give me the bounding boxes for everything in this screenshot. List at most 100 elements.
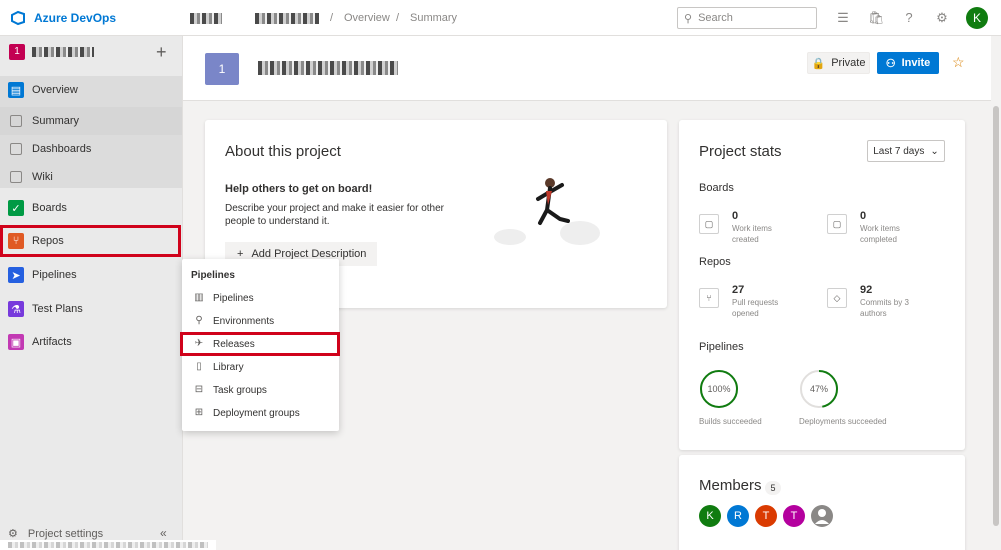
- members-count-badge: 5: [765, 481, 781, 495]
- project-settings[interactable]: ⚙ Project settings: [8, 527, 104, 541]
- project-badge: 1: [9, 44, 25, 60]
- member-avatar[interactable]: K: [699, 505, 721, 527]
- repos-section-title: Repos: [699, 256, 731, 268]
- azure-devops-logo-icon: [11, 10, 25, 26]
- search-input[interactable]: ⚲ Search: [677, 7, 817, 29]
- project-selector[interactable]: 1 +: [0, 36, 183, 70]
- member-avatar-generic[interactable]: [811, 505, 833, 527]
- member-avatar[interactable]: R: [727, 505, 749, 527]
- brand[interactable]: Azure DevOps: [10, 10, 116, 26]
- sidebar-item-label: Overview: [32, 84, 78, 96]
- breadcrumb-overview[interactable]: Overview: [344, 12, 390, 24]
- stats-title: Project stats: [699, 143, 782, 160]
- dashboards-icon: [10, 143, 22, 155]
- add-icon[interactable]: +: [156, 42, 167, 63]
- member-avatar[interactable]: T: [783, 505, 805, 527]
- stat-commits[interactable]: ◇ 92 Commits by 3 authors: [827, 284, 947, 320]
- flyout-item-label: Task groups: [213, 384, 267, 396]
- people-icon: ⚇: [885, 57, 896, 70]
- flyout-item-pipelines[interactable]: ▥ Pipelines: [182, 287, 339, 309]
- top-bar: Azure DevOps / Overview / Summary ⚲ Sear…: [0, 0, 1001, 36]
- breadcrumb-separator: /: [330, 12, 334, 24]
- sidebar-item-overview[interactable]: ▤ Overview: [0, 76, 182, 104]
- help-title: Help others to get on board!: [225, 183, 373, 195]
- builds-label: Builds succeeded: [699, 417, 762, 426]
- flyout-item-library[interactable]: ▯ Library: [182, 356, 339, 378]
- stat-work-items-completed[interactable]: ▢ 0 Work items completed: [827, 210, 947, 246]
- project-name-redacted[interactable]: [255, 13, 319, 24]
- deployments-percent: 47%: [810, 384, 828, 394]
- member-avatar[interactable]: T: [755, 505, 777, 527]
- shopping-bag-icon[interactable]: 🛍: [868, 10, 885, 26]
- flyout-item-deployment-groups[interactable]: ⊞ Deployment groups: [182, 402, 339, 424]
- jumping-person-illustration: [494, 178, 600, 245]
- about-title: About this project: [225, 143, 341, 160]
- deployments-ring[interactable]: 47%: [798, 368, 840, 410]
- project-header: 1 🔒 Private ⚇ Invite ☆: [183, 36, 991, 101]
- about-description: Describe your project and make it easier…: [225, 203, 444, 227]
- project-avatar: 1: [205, 53, 239, 85]
- invite-label: Invite: [901, 57, 931, 69]
- sidebar-item-wiki[interactable]: Wiki: [0, 163, 182, 191]
- breadcrumb-separator: /: [396, 12, 400, 24]
- artifacts-icon: ▣: [8, 334, 24, 350]
- flyout-item-task-groups[interactable]: ⊟ Task groups: [182, 379, 339, 401]
- search-icon: ⚲: [684, 12, 693, 25]
- builds-percent: 100%: [707, 384, 730, 394]
- environments-icon: ⚲: [195, 315, 203, 326]
- person-icon: [815, 509, 829, 524]
- sidebar-item-label: Summary: [32, 115, 80, 127]
- stat-label: Work items completed: [860, 224, 900, 244]
- stat-value: 0: [860, 210, 867, 222]
- pipelines-section-title: Pipelines: [699, 341, 744, 353]
- sidebar-item-artifacts[interactable]: ▣ Artifacts: [0, 328, 182, 356]
- user-settings-icon[interactable]: ⚙: [934, 10, 950, 26]
- user-avatar[interactable]: K: [966, 7, 988, 29]
- sidebar-item-pipelines[interactable]: ➤ Pipelines: [0, 261, 182, 289]
- favorite-star-icon[interactable]: ☆: [952, 54, 965, 71]
- list-icon[interactable]: ☰: [835, 10, 851, 26]
- stat-value: 92: [860, 284, 873, 296]
- sidebar-item-test-plans[interactable]: ⚗ Test Plans: [0, 295, 182, 323]
- members-card: Members 5 K R T T: [679, 455, 965, 550]
- scrollbar[interactable]: [991, 36, 1001, 550]
- library-icon: ▯: [196, 361, 202, 372]
- work-item-icon: ▢: [827, 214, 847, 234]
- deployment-groups-icon: ⊞: [194, 407, 204, 418]
- deployments-label: Deployments succeeded: [799, 417, 887, 426]
- org-name-redacted[interactable]: [190, 13, 222, 24]
- sidebar-item-boards[interactable]: ✓ Boards: [0, 194, 182, 222]
- stat-label: Pull requests opened: [732, 298, 779, 318]
- breadcrumb-summary[interactable]: Summary: [410, 12, 457, 24]
- pipelines-icon: ▥: [194, 292, 204, 303]
- status-redacted: [8, 542, 208, 548]
- chevron-down-icon: ⌄: [930, 145, 939, 157]
- flyout-item-label: Library: [213, 361, 244, 373]
- flyout-title: Pipelines: [191, 270, 235, 281]
- sidebar-item-summary[interactable]: Summary: [0, 107, 182, 135]
- private-button[interactable]: 🔒 Private: [807, 52, 870, 74]
- overview-icon: ▤: [8, 82, 24, 98]
- sidebar-item-label: Pipelines: [32, 269, 77, 281]
- collapse-sidebar-icon[interactable]: «: [160, 526, 167, 540]
- invite-button[interactable]: ⚇ Invite: [877, 52, 939, 74]
- stat-work-items-created[interactable]: ▢ 0 Work items created: [699, 210, 819, 246]
- help-icon[interactable]: ?: [901, 10, 917, 26]
- flyout-item-environments[interactable]: ⚲ Environments: [182, 310, 339, 332]
- lock-icon: 🔒: [811, 57, 826, 70]
- pull-request-icon: ⑂: [699, 288, 719, 308]
- builds-ring[interactable]: 100%: [698, 368, 740, 410]
- boards-icon: ✓: [8, 200, 24, 216]
- sidebar-item-dashboards[interactable]: Dashboards: [0, 135, 182, 163]
- project-settings-label: Project settings: [27, 527, 104, 540]
- sidebar-item-label: Test Plans: [32, 303, 83, 315]
- flyout-item-label: Pipelines: [213, 292, 254, 304]
- date-range-dropdown[interactable]: Last 7 days ⌄: [867, 140, 945, 162]
- summary-icon: [10, 115, 22, 127]
- scrollbar-thumb[interactable]: [993, 106, 999, 526]
- stat-label: Work items created: [732, 224, 772, 244]
- status-bar: [0, 540, 216, 550]
- stat-value: 27: [732, 284, 745, 296]
- test-plans-icon: ⚗: [8, 301, 24, 317]
- stat-pull-requests[interactable]: ⑂ 27 Pull requests opened: [699, 284, 819, 320]
